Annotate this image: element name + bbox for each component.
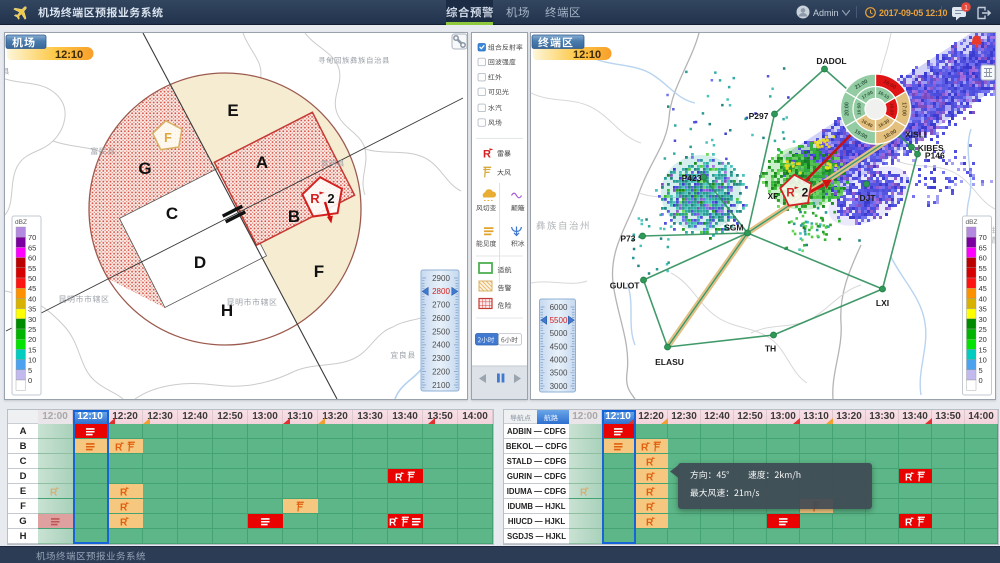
svg-text:6000: 6000 [550,303,568,312]
svg-text:17:00: 17:00 [900,102,906,116]
svg-text:XF: XF [768,192,778,201]
svg-text:20: 20 [979,335,987,344]
svg-text:C: C [166,204,178,223]
svg-text:70: 70 [28,233,36,242]
svg-text:40: 40 [979,294,987,303]
svg-text:45: 45 [28,284,36,293]
svg-text:25: 25 [979,325,987,334]
svg-text:4500: 4500 [550,342,568,351]
svg-text:30: 30 [979,315,987,324]
svg-text:DJT: DJT [859,193,876,203]
svg-text:GULOT: GULOT [610,281,641,291]
svg-text:E: E [227,101,238,120]
svg-text:16:50: 16:50 [857,103,862,115]
svg-text:30: 30 [28,315,36,324]
svg-text:1: 1 [964,4,968,11]
svg-text:15: 15 [979,345,987,354]
svg-text:SGM: SGM [724,223,743,233]
svg-text:35: 35 [28,305,36,314]
svg-text:P146: P146 [925,151,945,161]
svg-text:dBZ: dBZ [966,219,978,226]
svg-text:XISLI: XISLI [905,130,926,140]
svg-text:DADOL: DADOL [816,56,846,66]
svg-text:16:20: 16:20 [889,103,894,115]
svg-text:10: 10 [979,356,987,365]
svg-text:12:10: 12:10 [573,49,601,61]
svg-text:2200: 2200 [432,367,450,376]
svg-text:2600: 2600 [432,314,450,323]
svg-text:2300: 2300 [432,354,450,363]
svg-text:70: 70 [979,233,987,242]
svg-text:ELASU: ELASU [655,357,684,367]
svg-text:0: 0 [28,376,32,385]
svg-text:D: D [194,253,206,272]
svg-text:R: R [786,188,795,200]
svg-text:2400: 2400 [432,341,450,350]
svg-text:12:10: 12:10 [55,49,83,61]
svg-text:0: 0 [979,376,983,385]
svg-text:P73: P73 [620,234,635,244]
svg-text:45: 45 [979,284,987,293]
svg-text:F: F [164,131,172,145]
svg-text:5: 5 [28,366,32,375]
svg-text:F: F [314,262,324,281]
svg-text:60: 60 [979,254,987,263]
svg-text:55: 55 [28,264,36,273]
svg-text:4000: 4000 [550,355,568,364]
svg-text:A: A [256,153,268,172]
svg-text:55: 55 [979,264,987,273]
svg-text:3000: 3000 [550,382,568,391]
svg-text:3500: 3500 [550,369,568,378]
svg-text:5: 5 [979,366,983,375]
svg-text:R: R [310,191,320,206]
svg-text:LXI: LXI [876,298,889,308]
svg-text:20:00: 20:00 [845,102,851,116]
svg-text:50: 50 [979,274,987,283]
svg-text:5000: 5000 [550,329,568,338]
svg-text:5500: 5500 [550,316,568,325]
svg-text:2100: 2100 [432,381,450,390]
svg-text:65: 65 [979,243,987,252]
svg-text:60: 60 [28,254,36,263]
svg-text:2700: 2700 [432,301,450,310]
svg-text:65: 65 [28,243,36,252]
svg-text:25: 25 [28,325,36,334]
svg-text:20: 20 [28,335,36,344]
svg-text:2500: 2500 [432,327,450,336]
svg-text:G: G [138,159,151,178]
svg-text:2800: 2800 [432,287,450,296]
svg-text:dBZ: dBZ [15,219,27,226]
svg-text:P423: P423 [682,173,702,183]
svg-text:TH: TH [765,344,776,354]
svg-text:2: 2 [802,186,809,200]
svg-text:35: 35 [979,305,987,314]
svg-text:B: B [288,207,300,226]
svg-text:40: 40 [28,294,36,303]
svg-text:2: 2 [327,191,334,206]
svg-text:50: 50 [28,274,36,283]
svg-text:10: 10 [28,356,36,365]
svg-text:15: 15 [28,345,36,354]
svg-text:2900: 2900 [432,274,450,283]
svg-text:P297: P297 [749,111,769,121]
